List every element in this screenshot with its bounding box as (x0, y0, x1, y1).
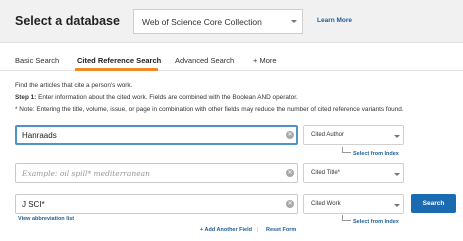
cited-title-placeholder: Example: oil spill* mediterranean (22, 169, 150, 178)
clear-icon[interactable]: ✕ (286, 200, 294, 208)
action-separator: | (257, 227, 259, 233)
tab-cited-reference-search[interactable]: Cited Reference Search (77, 56, 161, 65)
clear-icon[interactable]: ✕ (286, 131, 294, 139)
database-select-value: Web of Science Core Collection (142, 17, 262, 27)
step-text: Enter information about the cited work. … (36, 94, 298, 101)
view-abbreviation-list-link[interactable]: View abbreviation list (18, 216, 74, 222)
chevron-down-icon (291, 20, 297, 23)
cited-work-value: J SCI* (22, 200, 45, 209)
tabs-divider (0, 70, 463, 71)
return-arrow-icon (342, 147, 351, 153)
chevron-down-icon (394, 135, 400, 138)
field-type-value: Cited Author (311, 132, 345, 138)
field-type-select-work[interactable]: Cited Work (303, 194, 404, 214)
cited-author-input[interactable]: Hanraads (15, 125, 298, 145)
clear-icon[interactable]: ✕ (286, 169, 294, 177)
learn-more-link[interactable]: Learn More (317, 17, 352, 24)
note-text: * Note: Entering the title, volume, issu… (15, 106, 404, 113)
search-button[interactable]: Search (411, 194, 456, 213)
step-instruction: Step 1: Enter information about the cite… (15, 94, 298, 101)
chevron-down-icon (394, 204, 400, 207)
select-from-index-link-author[interactable]: Select from Index (353, 151, 399, 157)
field-type-value: Cited Work (311, 201, 341, 207)
tab-basic-search[interactable]: Basic Search (15, 56, 59, 65)
select-from-index-link-work[interactable]: Select from Index (353, 219, 399, 225)
tab-advanced-search[interactable]: Advanced Search (175, 56, 234, 65)
chevron-down-icon (394, 173, 400, 176)
add-another-field-link[interactable]: + Add Another Field (200, 227, 252, 233)
field-type-select-author[interactable]: Cited Author (303, 125, 404, 145)
tab-more[interactable]: + More (253, 56, 277, 65)
cited-author-value: Hanraads (22, 131, 57, 140)
active-tab-indicator (75, 68, 158, 71)
cited-title-input[interactable]: Example: oil spill* mediterranean (15, 163, 298, 183)
reset-form-link[interactable]: Reset Form (266, 227, 296, 233)
field-type-select-title[interactable]: Cited Title* (303, 163, 404, 183)
step-label: Step 1: (15, 94, 37, 101)
database-select[interactable]: Web of Science Core Collection (133, 9, 303, 34)
cited-work-input[interactable]: J SCI* (15, 194, 298, 214)
return-arrow-icon (342, 215, 351, 221)
field-type-value: Cited Title* (311, 170, 341, 176)
instruction-text: Find the articles that cite a person's w… (15, 82, 133, 89)
header-title: Select a database (15, 14, 120, 28)
